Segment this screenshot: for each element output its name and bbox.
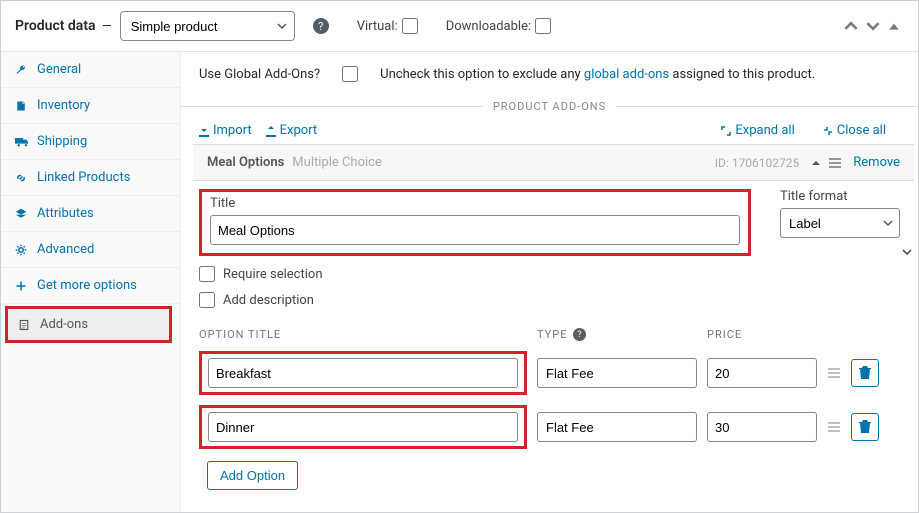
layers-icon bbox=[15, 208, 29, 220]
chevron-down-icon bbox=[902, 247, 912, 257]
tab-addons-label: Add-ons bbox=[40, 317, 88, 332]
require-selection-checkbox[interactable]: Require selection bbox=[199, 266, 900, 282]
title-format-select[interactable]: Label bbox=[780, 208, 900, 238]
price-header: PRICE bbox=[707, 328, 847, 341]
wrench-icon bbox=[15, 64, 29, 76]
option-type-select[interactable]: Flat Fee bbox=[537, 358, 697, 388]
title-field-label: Title bbox=[210, 196, 740, 211]
tabs-sidebar: General Inventory Shipping Linked Produc… bbox=[1, 52, 181, 512]
type-header: TYPE bbox=[537, 328, 567, 341]
drag-handle-icon[interactable] bbox=[827, 422, 841, 432]
tab-attributes-label: Attributes bbox=[37, 206, 94, 221]
option-row: Flat Fee bbox=[199, 405, 900, 449]
addon-id: ID: 1706102725 bbox=[715, 156, 799, 170]
tab-general[interactable]: General bbox=[1, 52, 180, 88]
download-icon bbox=[199, 125, 209, 137]
option-price-input[interactable] bbox=[707, 412, 817, 442]
close-all-link[interactable]: Close all bbox=[823, 123, 886, 138]
collapse-addon-button[interactable] bbox=[811, 158, 821, 168]
product-data-dash: — bbox=[102, 19, 112, 34]
link-icon bbox=[15, 172, 29, 184]
title-format-label: Title format bbox=[780, 189, 900, 204]
note-icon bbox=[15, 100, 29, 112]
tab-shipping[interactable]: Shipping bbox=[1, 124, 180, 160]
addon-name: Meal Options bbox=[207, 155, 284, 170]
addon-subtitle: Multiple Choice bbox=[292, 155, 382, 170]
add-option-button[interactable]: Add Option bbox=[207, 461, 298, 490]
global-addons-link[interactable]: global add-ons bbox=[584, 67, 669, 82]
downloadable-label: Downloadable: bbox=[446, 19, 531, 34]
gear-icon bbox=[15, 244, 29, 256]
export-link[interactable]: Export bbox=[266, 123, 318, 138]
option-type-select[interactable]: Flat Fee bbox=[537, 412, 697, 442]
expand-all-link[interactable]: Expand all bbox=[721, 123, 794, 138]
import-link[interactable]: Import bbox=[199, 123, 252, 138]
panel-up-button[interactable] bbox=[840, 19, 862, 33]
tab-get-more-options[interactable]: Get more options bbox=[1, 268, 180, 304]
add-description-checkbox[interactable]: Add description bbox=[199, 292, 900, 308]
tab-linked-products[interactable]: Linked Products bbox=[1, 160, 180, 196]
option-price-input[interactable] bbox=[707, 358, 817, 388]
tab-general-label: General bbox=[37, 62, 81, 77]
option-row: Flat Fee bbox=[199, 351, 900, 395]
drag-handle-icon[interactable] bbox=[829, 158, 841, 168]
tab-addons[interactable]: Add-ons bbox=[8, 309, 169, 340]
product-type-select[interactable]: Simple product bbox=[120, 11, 295, 41]
panel-down-button[interactable] bbox=[862, 19, 884, 33]
virtual-checkbox[interactable]: Virtual: bbox=[357, 18, 418, 34]
remove-addon-link[interactable]: Remove bbox=[853, 155, 900, 170]
require-selection-label: Require selection bbox=[223, 267, 323, 282]
tab-shipping-label: Shipping bbox=[37, 134, 87, 149]
use-global-addons-checkbox[interactable] bbox=[342, 66, 358, 82]
tab-linked-label: Linked Products bbox=[37, 170, 130, 185]
tab-more-label: Get more options bbox=[37, 278, 137, 293]
delete-option-button[interactable] bbox=[851, 413, 879, 441]
delete-option-button[interactable] bbox=[851, 359, 879, 387]
add-description-label: Add description bbox=[223, 293, 314, 308]
option-title-input[interactable] bbox=[208, 358, 518, 388]
tab-advanced[interactable]: Advanced bbox=[1, 232, 180, 268]
addon-title-input[interactable] bbox=[210, 215, 740, 245]
panel-toggle-button[interactable] bbox=[884, 20, 904, 32]
chevron-down-icon bbox=[902, 247, 912, 257]
drag-handle-icon[interactable] bbox=[827, 368, 841, 378]
help-icon[interactable]: ? bbox=[573, 328, 586, 341]
option-title-header: OPTION TITLE bbox=[199, 328, 537, 341]
product-data-label: Product data bbox=[15, 18, 96, 34]
expand-icon bbox=[721, 126, 731, 136]
global-hint: Uncheck this option to exclude any globa… bbox=[380, 67, 815, 82]
downloadable-checkbox[interactable]: Downloadable: bbox=[446, 18, 551, 34]
tab-advanced-label: Advanced bbox=[37, 242, 94, 257]
help-icon[interactable]: ? bbox=[313, 18, 329, 34]
section-title: PRODUCT ADD-ONS bbox=[493, 100, 606, 113]
upload-icon bbox=[266, 125, 276, 137]
tab-attributes[interactable]: Attributes bbox=[1, 196, 180, 232]
truck-icon bbox=[15, 136, 29, 148]
tab-inventory-label: Inventory bbox=[37, 98, 90, 113]
clipboard-icon bbox=[18, 319, 32, 331]
plus-icon bbox=[15, 280, 29, 292]
collapse-icon bbox=[823, 126, 833, 136]
tab-inventory[interactable]: Inventory bbox=[1, 88, 180, 124]
virtual-label: Virtual: bbox=[357, 19, 398, 34]
option-title-input[interactable] bbox=[208, 412, 518, 442]
use-global-addons-label: Use Global Add-Ons? bbox=[199, 67, 320, 82]
